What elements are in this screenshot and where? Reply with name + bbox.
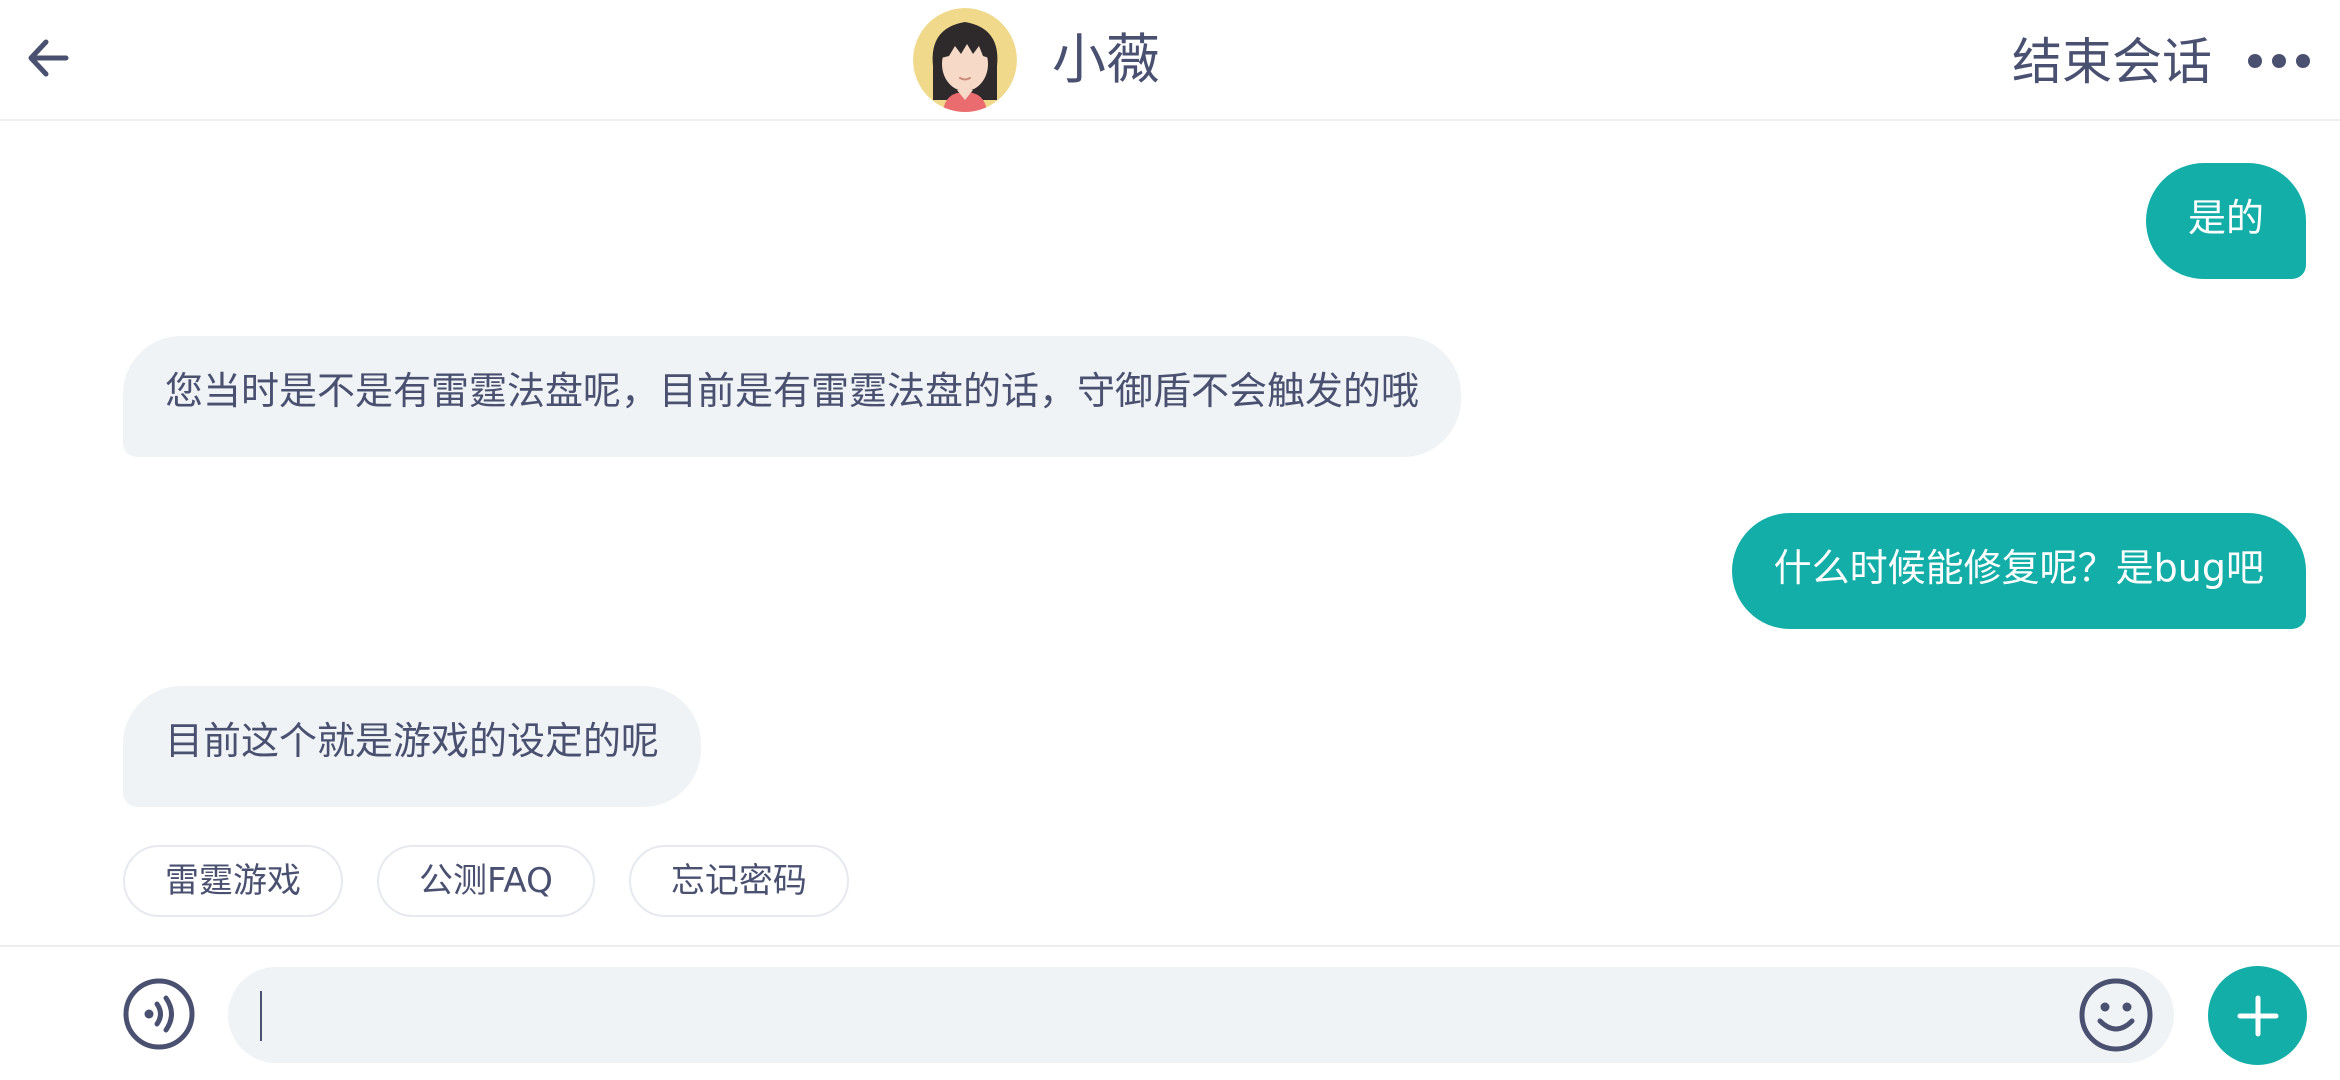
chat-header: 小薇 结束会话 <box>0 0 2340 121</box>
agent-name: 小薇 <box>1052 28 1160 91</box>
message-input-container <box>228 967 2174 1063</box>
more-dots-icon <box>2248 54 2310 68</box>
input-bar <box>0 945 2340 1080</box>
back-button[interactable] <box>20 30 76 86</box>
quick-replies: 雷霆游戏 公测FAQ 忘记密码 <box>123 845 849 917</box>
message-bubble-incoming: 目前这个就是游戏的设定的呢 <box>123 686 702 807</box>
add-attachment-button[interactable] <box>2208 966 2307 1065</box>
message-bubble-outgoing: 什么时候能修复呢？是bug吧 <box>1731 513 2306 629</box>
message-input[interactable] <box>258 967 2038 1063</box>
voice-input-button[interactable] <box>122 977 196 1051</box>
arrow-left-icon <box>28 39 69 77</box>
smiley-icon <box>2079 978 2153 1052</box>
more-button[interactable] <box>2234 36 2324 86</box>
quick-reply-chip[interactable]: 公测FAQ <box>377 845 595 917</box>
plus-icon <box>2237 995 2278 1036</box>
emoji-button[interactable] <box>2078 977 2154 1053</box>
end-session-button[interactable]: 结束会话 <box>2012 28 2212 96</box>
quick-reply-chip[interactable]: 雷霆游戏 <box>123 845 343 917</box>
message-bubble-incoming: 您当时是不是有雷霆法盘呢，目前是有雷霆法盘的话，守御盾不会触发的哦 <box>123 336 1462 457</box>
message-bubble-outgoing: 是的 <box>2145 163 2306 279</box>
agent-avatar <box>913 8 1017 112</box>
chat-area[interactable]: 是的 您当时是不是有雷霆法盘呢，目前是有雷霆法盘的话，守御盾不会触发的哦 什么时… <box>0 121 2340 945</box>
voice-icon <box>123 978 195 1050</box>
quick-reply-chip[interactable]: 忘记密码 <box>628 845 849 917</box>
